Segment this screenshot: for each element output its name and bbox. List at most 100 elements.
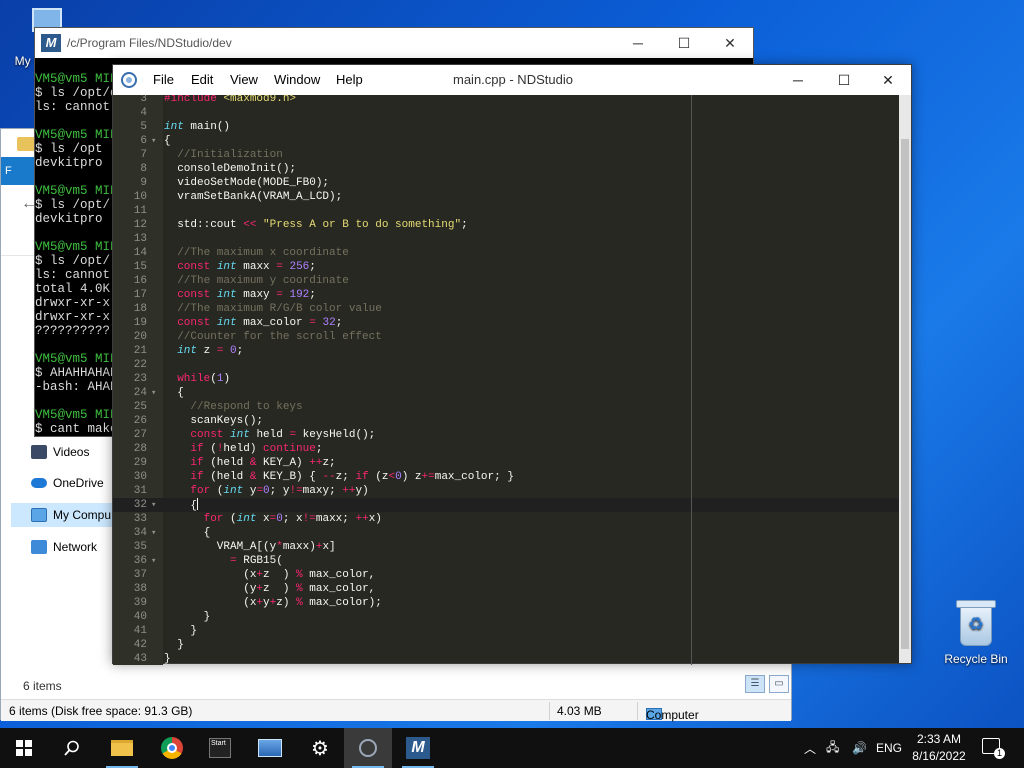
code-line[interactable]: 37 (x+z ) % max_color,: [113, 568, 899, 582]
start-button[interactable]: [0, 728, 48, 768]
code-line[interactable]: 22: [113, 358, 899, 372]
code-line[interactable]: 17 const int maxy = 192;: [113, 288, 899, 302]
nav-item-label: My Compu: [53, 508, 112, 522]
gear-icon: ⚙: [311, 737, 329, 760]
fold-toggle-icon[interactable]: ▾: [151, 386, 156, 400]
show-hidden-icons-button[interactable]: ︿: [804, 728, 816, 768]
code-line[interactable]: 29 if (held & KEY_A) ++z;: [113, 456, 899, 470]
code-text: }: [164, 653, 171, 665]
code-line[interactable]: 5 int main(): [113, 120, 899, 134]
ndstudio-window[interactable]: File Edit View Window Help main.cpp - ND…: [112, 64, 912, 665]
nav-item-network[interactable]: Network: [11, 535, 119, 559]
code-line[interactable]: 16 //The maximum y coordinate: [113, 274, 899, 288]
fold-toggle-icon[interactable]: ▾: [151, 134, 156, 148]
code-line[interactable]: 40 }: [113, 610, 899, 624]
code-line[interactable]: 38 (y+z ) % max_color,: [113, 582, 899, 596]
large-icons-view-icon[interactable]: ▭: [769, 675, 789, 693]
code-line[interactable]: 23 while(1): [113, 372, 899, 386]
code-line[interactable]: 12 std::cout << "Press A or B to do some…: [113, 218, 899, 232]
code-line[interactable]: 21 int z = 0;: [113, 344, 899, 358]
code-line[interactable]: 27 const int held = keysHeld();: [113, 428, 899, 442]
line-number: 39: [133, 597, 147, 609]
menu-window[interactable]: Window: [274, 72, 320, 87]
menu-view[interactable]: View: [230, 72, 258, 87]
code-line[interactable]: 25 //Respond to keys: [113, 400, 899, 414]
fold-toggle-icon[interactable]: ▾: [151, 498, 156, 512]
code-line[interactable]: 24 ▾ {: [113, 386, 899, 400]
vertical-scrollbar[interactable]: [899, 95, 911, 663]
code-line[interactable]: 35 VRAM_A[(y*maxx)+x]: [113, 540, 899, 554]
code-line[interactable]: 10 vramSetBankA(VRAM_A_LCD);: [113, 190, 899, 204]
minimize-button[interactable]: ─: [615, 28, 661, 58]
nav-item-my-computer[interactable]: My Compu: [11, 503, 119, 527]
code-line[interactable]: 41 }: [113, 624, 899, 638]
code-text: {: [164, 498, 199, 512]
code-line[interactable]: 39 (x+y+z) % max_color);: [113, 596, 899, 610]
file-explorer-button[interactable]: [98, 728, 146, 768]
code-line[interactable]: 7 //Initialization: [113, 148, 899, 162]
ndstudio-button[interactable]: [344, 728, 392, 768]
code-line[interactable]: 20 //Counter for the scroll effect: [113, 330, 899, 344]
details-view-icon[interactable]: ☰: [745, 675, 765, 693]
maximize-button[interactable]: ☐: [661, 28, 707, 58]
minimize-button[interactable]: ─: [775, 65, 821, 95]
network-status-button[interactable]: 🖧: [826, 728, 839, 768]
code-line[interactable]: 33 for (int x=0; x!=maxx; ++x): [113, 512, 899, 526]
search-button[interactable]: [48, 728, 96, 768]
volume-button[interactable]: 🔊: [852, 728, 867, 768]
code-text: {: [164, 387, 184, 399]
terminal-output[interactable]: VM5@vm5 MIN $ ls /opt/d ls: cannot VM5@vm5 …: [35, 72, 113, 452]
code-line[interactable]: 31 for (int y=0; y!=maxy; ++y): [113, 484, 899, 498]
clock[interactable]: 2:33 AM 8/16/2022: [900, 731, 978, 765]
msys-button[interactable]: M: [394, 728, 442, 768]
notification-button[interactable]: 1: [982, 738, 1005, 759]
fold-toggle-icon[interactable]: ▾: [151, 526, 156, 540]
line-number: 19: [133, 317, 147, 329]
code-line[interactable]: 13: [113, 232, 899, 246]
code-line[interactable]: 42 }: [113, 638, 899, 652]
code-line[interactable]: 32 ▾ {: [113, 498, 899, 512]
computer-app-icon: [258, 739, 282, 757]
code-line[interactable]: 34 ▾ {: [113, 526, 899, 540]
line-number: 17: [133, 289, 147, 301]
language-indicator[interactable]: ENG: [876, 728, 902, 768]
settings-button[interactable]: ⚙: [296, 728, 344, 768]
terminal-titlebar[interactable]: M /c/Program Files/NDStudio/dev ─ ☐ ✕: [35, 28, 753, 58]
menu-help[interactable]: Help: [336, 72, 363, 87]
code-line[interactable]: 19 const int max_color = 32;: [113, 316, 899, 330]
fold-toggle-icon[interactable]: ▾: [151, 554, 156, 568]
code-editor[interactable]: 3 #include <maxmod9.h> 4 5 int main() 6 ▾ {7 //…: [113, 95, 899, 665]
code-line[interactable]: 28 if (!held) continue;: [113, 442, 899, 456]
code-line[interactable]: 36 ▾ = RGB15(: [113, 554, 899, 568]
code-line[interactable]: 18 //The maximum R/G/B color value: [113, 302, 899, 316]
code-line[interactable]: 15 const int maxx = 256;: [113, 260, 899, 274]
desktop-icon-recycle-bin[interactable]: ♻ Recycle Bin: [940, 600, 1012, 666]
chrome-button[interactable]: [148, 728, 196, 768]
desktop-icon-label: Recycle Bin: [944, 652, 1008, 666]
close-button[interactable]: ✕: [865, 65, 911, 95]
close-button[interactable]: ✕: [707, 28, 753, 58]
code-line[interactable]: 6 ▾ {: [113, 134, 899, 148]
nav-item-onedrive[interactable]: OneDrive: [11, 471, 119, 495]
code-line[interactable]: 8 consoleDemoInit();: [113, 162, 899, 176]
items-count: 6 items: [23, 679, 62, 693]
code-line[interactable]: 9 videoSetMode(MODE_FB0);: [113, 176, 899, 190]
code-line[interactable]: 4: [113, 106, 899, 120]
menu-file[interactable]: File: [153, 72, 174, 87]
maximize-button[interactable]: ☐: [821, 65, 867, 95]
computer-app-button[interactable]: [246, 728, 294, 768]
editor-titlebar[interactable]: File Edit View Window Help main.cpp - ND…: [113, 65, 911, 95]
line-number: 35: [133, 541, 147, 553]
ribbon-file-tab[interactable]: F: [1, 157, 35, 185]
start-shortcut-button[interactable]: Start: [196, 728, 244, 768]
code-line[interactable]: 3 #include <maxmod9.h>: [113, 95, 899, 106]
scrollbar-thumb[interactable]: [901, 139, 909, 649]
menu-edit[interactable]: Edit: [191, 72, 213, 87]
code-line[interactable]: 14 //The maximum x coordinate: [113, 246, 899, 260]
code-line[interactable]: 30 if (held & KEY_B) { --z; if (z<0) z+=…: [113, 470, 899, 484]
code-line[interactable]: 11: [113, 204, 899, 218]
code-line[interactable]: 26 scanKeys();: [113, 414, 899, 428]
code-line[interactable]: 43}: [113, 652, 899, 665]
